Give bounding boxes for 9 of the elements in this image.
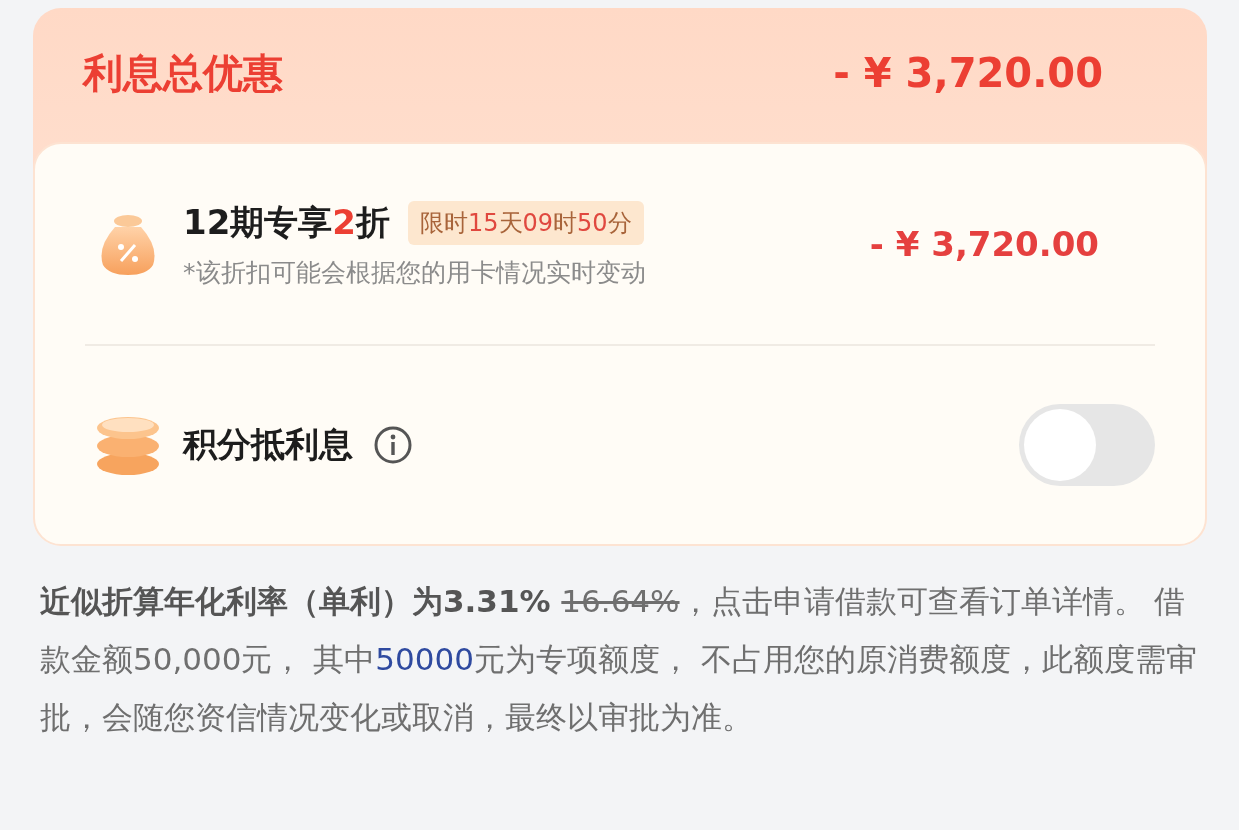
- disclaimer-paragraph: 近似折算年化利率（单利）为3.31% 16.64%，点击申请借款可查看订单详情。 借款金额50,000元， 其中50000元为专项额度， 不占用您的原消费额度，此额度需审批，会随您资信情况变化或取消，最终以审批为准。: [40, 582, 1198, 737]
- summary-title: 利息总优惠: [83, 48, 283, 98]
- offer-title: 积分抵利息: [183, 423, 353, 466]
- offer-note: *该折扣可能会根据您的用卡情况实时变动: [183, 256, 647, 289]
- info-icon[interactable]: [373, 425, 413, 465]
- countdown-badge: 限时15天09时50分: [408, 200, 644, 245]
- offer-amount: - ¥ 3,720.00: [869, 224, 1099, 264]
- summary-amount: - ¥ 3,720.00: [833, 50, 1103, 96]
- offer-title: 12期专享2折: [183, 200, 390, 244]
